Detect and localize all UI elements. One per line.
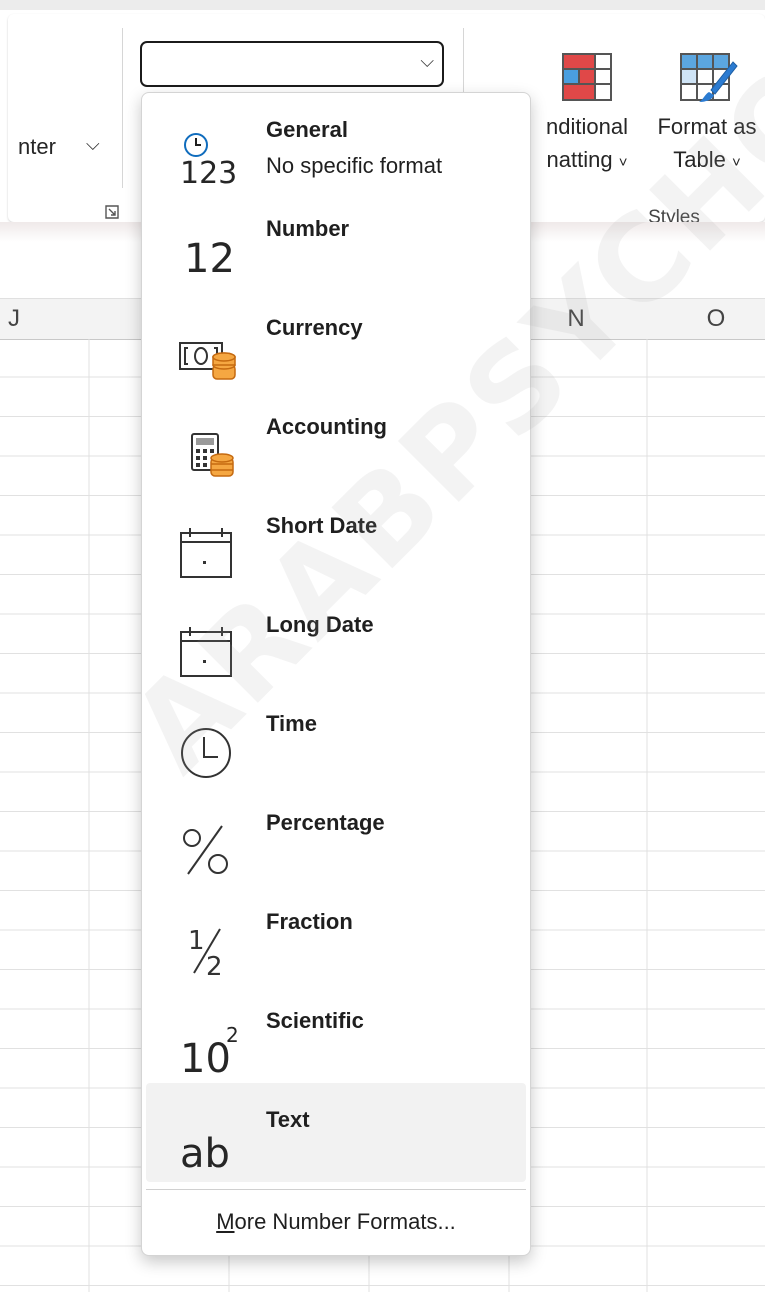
conditional-formatting-button[interactable]: nditional natting ˅ bbox=[528, 52, 646, 179]
conditional-formatting-icon bbox=[562, 53, 612, 101]
calculator-coins-icon bbox=[191, 433, 234, 477]
chevron-down-icon[interactable]: ⌵ bbox=[420, 51, 434, 72]
calendar-icon bbox=[180, 627, 232, 677]
svg-text:12: 12 bbox=[184, 236, 235, 282]
dialog-launcher-icon[interactable] bbox=[104, 204, 120, 220]
svg-text:2: 2 bbox=[226, 1023, 239, 1047]
format-item-percentage-title: Percentage bbox=[266, 810, 385, 835]
title-strip bbox=[0, 0, 765, 10]
conditional-formatting-label-2: natting bbox=[546, 147, 613, 172]
format-as-table-button[interactable]: Format as Table ˅ bbox=[648, 52, 765, 179]
percent-icon bbox=[183, 825, 228, 875]
format-item-text[interactable]: ab Text bbox=[146, 1083, 526, 1182]
svg-text:ab: ab bbox=[180, 1131, 230, 1177]
menu-divider bbox=[146, 1189, 526, 1190]
chevron-down-icon[interactable]: ⌵ bbox=[86, 134, 100, 155]
column-header-n[interactable]: N bbox=[546, 305, 606, 333]
format-item-time-title: Time bbox=[266, 711, 317, 736]
merge-center-label[interactable]: nter bbox=[18, 134, 56, 160]
clock-123-icon: 123 bbox=[180, 133, 237, 187]
svg-text:2: 2 bbox=[206, 952, 223, 979]
svg-text:1: 1 bbox=[188, 926, 205, 956]
format-item-text-title: Text bbox=[266, 1107, 310, 1132]
format-as-table-label-2: Table bbox=[673, 147, 726, 172]
format-as-table-icon bbox=[680, 53, 738, 102]
format-item-fraction[interactable]: 1 2 Fraction bbox=[146, 885, 526, 984]
clock-icon bbox=[181, 728, 231, 778]
currency-icon bbox=[179, 342, 236, 380]
format-item-number[interactable]: 12 Number bbox=[146, 192, 526, 291]
format-item-long-date-title: Long Date bbox=[266, 612, 374, 637]
number-format-dropdown: 123 General No specific format 12 Number… bbox=[141, 92, 531, 1256]
format-item-fraction-title: Fraction bbox=[266, 909, 353, 934]
number-12-icon: 12 bbox=[184, 236, 235, 282]
format-item-number-title: Number bbox=[266, 216, 350, 241]
column-header-j[interactable]: J bbox=[0, 305, 44, 333]
format-item-accounting-title: Accounting bbox=[266, 414, 387, 439]
chevron-down-icon: ˅ bbox=[731, 154, 741, 171]
format-item-currency[interactable]: Currency bbox=[146, 291, 526, 390]
format-item-scientific[interactable]: 10 2 Scientific bbox=[146, 984, 526, 1083]
format-item-short-date-title: Short Date bbox=[266, 513, 378, 538]
number-format-combobox[interactable]: ⌵ bbox=[140, 41, 444, 87]
conditional-formatting-label-1: nditional bbox=[546, 114, 628, 139]
format-item-percentage[interactable]: Percentage bbox=[146, 786, 526, 885]
calendar-icon bbox=[180, 528, 232, 578]
format-item-general-title: General bbox=[266, 117, 348, 142]
more-formats-label: ore Number Formats... bbox=[234, 1209, 456, 1234]
format-item-currency-title: Currency bbox=[266, 315, 363, 340]
column-header-o[interactable]: O bbox=[686, 305, 746, 333]
format-item-long-date[interactable]: Long Date bbox=[146, 588, 526, 687]
format-item-time[interactable]: Time bbox=[146, 687, 526, 786]
svg-text:10: 10 bbox=[180, 1036, 231, 1078]
format-as-table-label-1: Format as bbox=[657, 114, 757, 139]
text-ab-icon: ab bbox=[180, 1131, 230, 1177]
more-number-formats-link[interactable]: More Number Formats... bbox=[146, 1197, 526, 1247]
svg-text:123: 123 bbox=[180, 156, 237, 187]
format-item-short-date[interactable]: Short Date bbox=[146, 489, 526, 588]
chevron-down-icon: ˅ bbox=[618, 154, 628, 171]
more-formats-accelerator: M bbox=[216, 1209, 235, 1234]
ribbon-divider bbox=[122, 28, 123, 188]
scientific-icon: 10 2 bbox=[180, 1023, 239, 1078]
fraction-icon: 1 2 bbox=[188, 926, 223, 979]
format-item-accounting[interactable]: Accounting bbox=[146, 390, 526, 489]
format-item-general[interactable]: 123 General No specific format bbox=[146, 93, 526, 192]
format-item-general-subtitle: No specific format bbox=[266, 153, 443, 178]
format-item-scientific-title: Scientific bbox=[266, 1008, 364, 1033]
